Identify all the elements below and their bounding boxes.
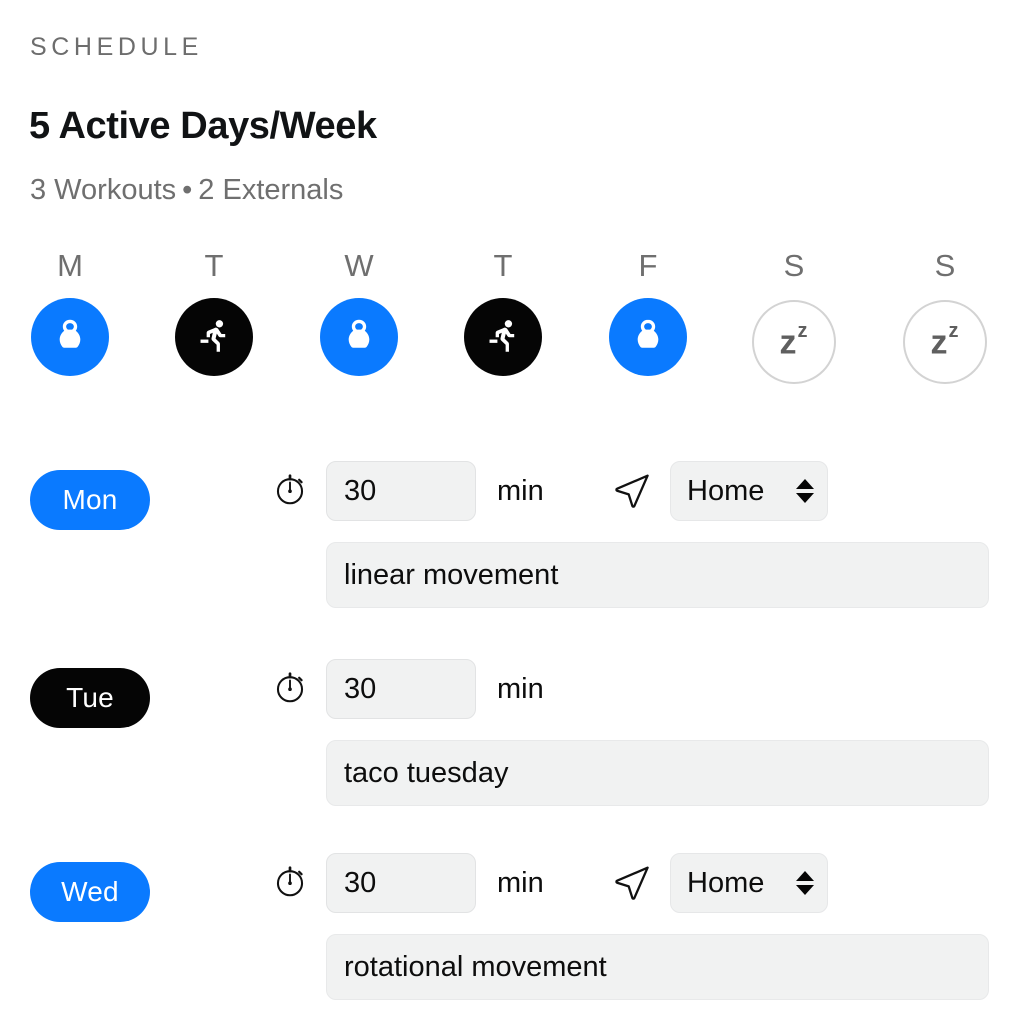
sleep-zz-icon: zz	[779, 321, 809, 362]
schedule-summary: 3 Workouts • 2 Externals	[30, 171, 343, 209]
week-day-3[interactable]: T	[443, 246, 563, 376]
sleep-zz-sup: z	[948, 319, 959, 342]
sleep-zz-icon: zz	[930, 321, 960, 362]
week-day-status-external[interactable]	[175, 298, 253, 376]
note-input-mon[interactable]: linear movement	[326, 542, 989, 608]
week-day-letter: W	[344, 248, 374, 283]
summary-externals: 2 Externals	[198, 174, 344, 206]
week-day-letter: S	[783, 248, 805, 283]
week-day-4[interactable]: F	[588, 246, 708, 376]
week-day-0[interactable]: M	[10, 246, 130, 376]
week-day-1[interactable]: T	[154, 246, 274, 376]
chevron-updown-icon	[796, 479, 814, 503]
week-day-5[interactable]: S zz	[734, 246, 854, 384]
week-day-status-workout[interactable]	[609, 298, 687, 376]
location-select-wed[interactable]: Home	[670, 853, 828, 913]
week-day-6[interactable]: S zz	[885, 246, 1005, 384]
section-eyebrow: SCHEDULE	[30, 33, 203, 61]
schedule-row: Wed 30 min Home rotational movement	[0, 853, 1018, 1033]
running-icon	[482, 314, 524, 361]
week-day-2[interactable]: W	[299, 246, 419, 376]
summary-separator: •	[182, 174, 193, 206]
kettlebell-icon	[49, 314, 91, 361]
week-day-status-workout[interactable]	[320, 298, 398, 376]
location-arrow-icon	[610, 468, 654, 512]
location-arrow-icon	[610, 860, 654, 904]
week-day-letter: M	[57, 248, 83, 283]
stopwatch-icon	[271, 862, 309, 900]
note-input-wed[interactable]: rotational movement	[326, 934, 989, 1000]
sleep-zz-main: z	[930, 323, 948, 362]
week-day-letter: T	[493, 248, 513, 283]
day-pill-mon[interactable]: Mon	[30, 470, 150, 530]
duration-unit-label: min	[497, 867, 544, 899]
week-day-status-workout[interactable]	[31, 298, 109, 376]
note-input-tue[interactable]: taco tuesday	[326, 740, 989, 806]
week-strip: M T W T F S zz S zz	[0, 246, 1018, 396]
week-day-status-rest[interactable]: zz	[752, 300, 836, 384]
day-pill-tue[interactable]: Tue	[30, 668, 150, 728]
duration-input-mon[interactable]: 30	[326, 461, 476, 521]
kettlebell-icon	[627, 314, 669, 361]
summary-workouts: 3 Workouts	[30, 174, 177, 206]
schedule-row: Tue 30 min taco tuesday	[0, 659, 1018, 839]
chevron-updown-icon	[796, 871, 814, 895]
duration-input-tue[interactable]: 30	[326, 659, 476, 719]
kettlebell-icon	[338, 314, 380, 361]
week-day-status-external[interactable]	[464, 298, 542, 376]
sleep-zz-main: z	[779, 323, 797, 362]
duration-input-wed[interactable]: 30	[326, 853, 476, 913]
page-title: 5 Active Days/Week	[29, 105, 377, 147]
day-pill-wed[interactable]: Wed	[30, 862, 150, 922]
stopwatch-icon	[271, 470, 309, 508]
stopwatch-icon	[271, 668, 309, 706]
duration-unit-label: min	[497, 475, 544, 507]
week-day-letter: T	[204, 248, 224, 283]
location-select-value: Home	[687, 474, 765, 507]
location-select-value: Home	[687, 866, 765, 899]
week-day-letter: F	[638, 248, 658, 283]
sleep-zz-sup: z	[797, 319, 808, 342]
running-icon	[193, 314, 235, 361]
schedule-row: Mon 30 min Home linear movement	[0, 461, 1018, 641]
duration-unit-label: min	[497, 673, 544, 705]
week-day-letter: S	[934, 248, 956, 283]
location-select-mon[interactable]: Home	[670, 461, 828, 521]
schedule-card: SCHEDULE 5 Active Days/Week 3 Workouts • 2…	[0, 0, 1018, 1018]
week-day-status-rest[interactable]: zz	[903, 300, 987, 384]
